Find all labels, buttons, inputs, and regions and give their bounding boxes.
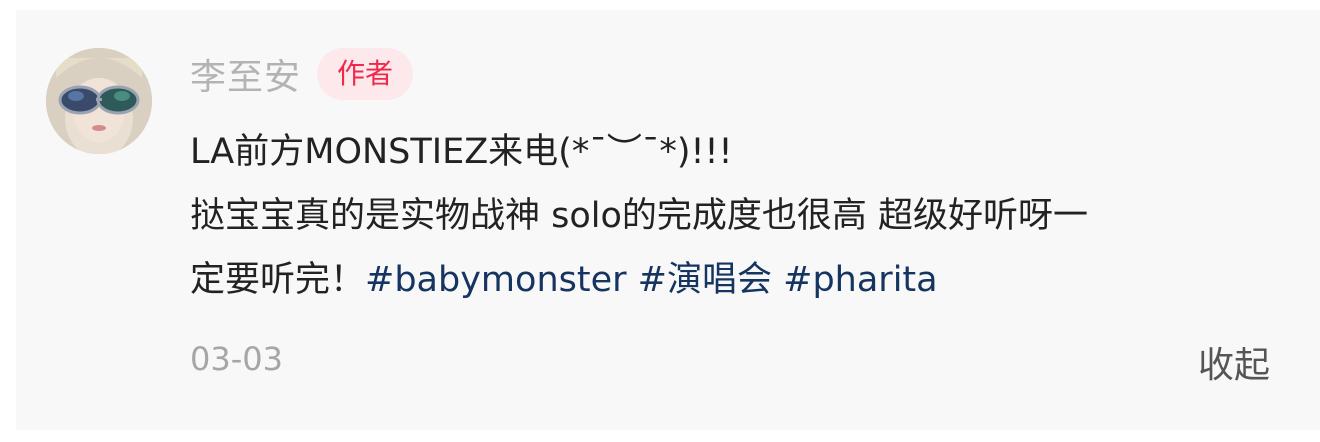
author-name[interactable]: 李至安 — [190, 48, 301, 100]
comment-line-3-text: 定要听完！ — [190, 260, 366, 300]
avatar[interactable] — [46, 48, 152, 154]
comment-date: 03-03 — [190, 340, 283, 378]
comment-text: LA前方MONSTIEZ来电(*¯︶¯*)!!! 挞宝宝真的是实物战神 solo… — [190, 120, 1290, 312]
author-badge: 作者 — [317, 48, 414, 100]
hashtag-babymonster[interactable]: #babymonster — [365, 260, 627, 300]
hashtag-pharita[interactable]: #pharita — [783, 260, 937, 300]
comment-line-1: LA前方MONSTIEZ来电(*¯︶¯*)!!! — [190, 132, 733, 172]
comment-card: 李至安 作者 LA前方MONSTIEZ来电(*¯︶¯*)!!! 挞宝宝真的是实物… — [16, 10, 1320, 430]
comment-line-2: 挞宝宝真的是实物战神 solo的完成度也很高 超级好听呀一 — [190, 196, 1089, 236]
comment-line-3: 定要听完！#babymonster #演唱会 #pharita — [190, 248, 1290, 312]
avatar-image — [46, 48, 152, 154]
author-row: 李至安 作者 — [190, 48, 414, 100]
hashtag-concert[interactable]: #演唱会 — [638, 260, 772, 300]
collapse-button[interactable]: 收起 — [1198, 336, 1270, 388]
